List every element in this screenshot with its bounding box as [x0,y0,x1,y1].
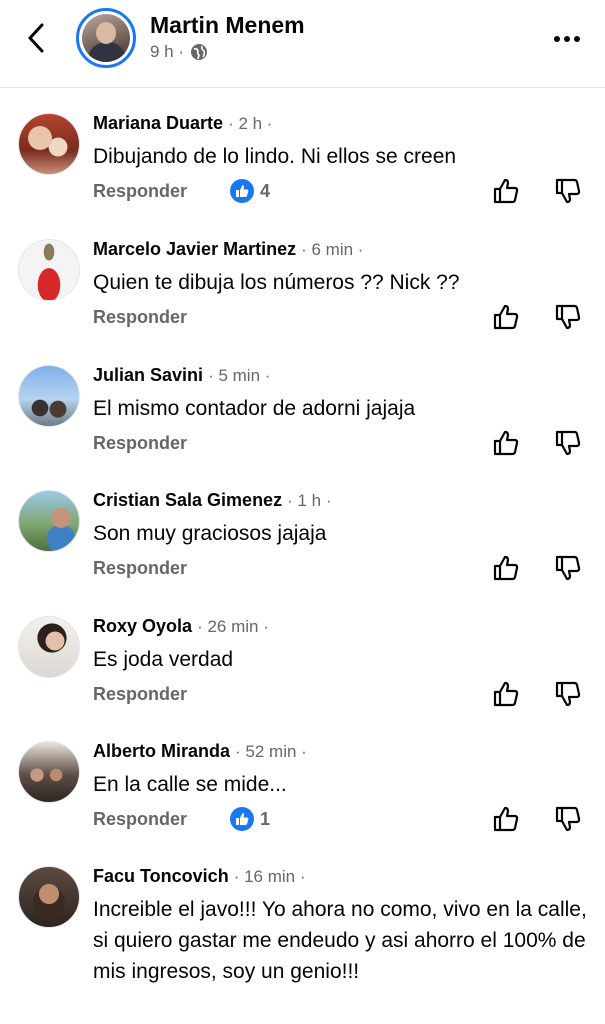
comment-time: · 6 min · [301,240,364,259]
comment-item: Mariana Duarte · 2 h · Dibujando de lo l… [0,113,605,233]
thumbs-up-icon[interactable] [492,805,520,833]
comment-author[interactable]: Roxy Oyola [93,616,192,636]
reply-button[interactable]: Responder [93,433,187,453]
reply-button[interactable]: Responder [93,684,187,704]
comment-time: · 52 min · [235,742,307,761]
comment-author[interactable]: Marcelo Javier Martinez [93,239,296,259]
page-title[interactable]: Martin Menem [150,12,305,39]
post-meta: 9 h · [150,42,208,62]
comment-item: Julian Savini · 5 min · El mismo contado… [0,365,605,485]
comment-item: Alberto Miranda · 52 min · En la calle s… [0,741,605,861]
thumbs-down-icon[interactable] [554,805,582,833]
more-options-button[interactable] [549,24,585,54]
comment-header: Alberto Miranda · 52 min · [93,741,307,762]
thumbs-down-icon[interactable] [554,680,582,708]
thumbs-up-icon[interactable] [492,303,520,331]
avatar[interactable] [18,866,80,928]
globe-icon [191,44,208,60]
comment-time: · 5 min · [208,366,271,385]
more-dots-icon [554,36,560,42]
comment-actions: Responder [93,684,187,705]
comment-item: Marcelo Javier Martinez · 6 min · Quien … [0,239,605,359]
comment-actions: Responder [93,809,187,830]
comment-header: Cristian Sala Gimenez · 1 h · [93,490,332,511]
comment-text: El mismo contador de adorni jajaja [93,397,416,420]
thumbs-down-icon[interactable] [554,554,582,582]
thumbs-up-icon[interactable] [492,680,520,708]
thumbs-down-icon[interactable] [554,177,582,205]
comment-author[interactable]: Julian Savini [93,365,203,385]
thumbs-up-icon[interactable] [492,177,520,205]
comment-header: Facu Toncovich · 16 min · [93,866,306,887]
reply-button[interactable]: Responder [93,307,187,327]
comment-item: Cristian Sala Gimenez · 1 h · Son muy gr… [0,490,605,610]
comment-time: · 16 min · [233,867,306,886]
comment-header: Roxy Oyola · 26 min · [93,616,269,637]
comment-text: Es joda verdad [93,648,234,671]
comment-text: Quien te dibuja los números ?? Nick ?? [93,271,460,294]
post-header: Martin Menem 9 h · [0,0,605,88]
thumbs-up-icon[interactable] [492,429,520,457]
like-badge-icon [230,807,254,831]
like-badge-icon [230,179,254,203]
avatar[interactable] [18,490,80,552]
comment-header: Julian Savini · 5 min · [93,365,270,386]
thumbs-up-icon[interactable] [492,554,520,582]
comment-author[interactable]: Cristian Sala Gimenez [93,490,282,510]
back-button[interactable] [18,20,54,56]
reaction-count[interactable]: 1 [230,807,270,831]
page-avatar[interactable] [76,8,136,68]
comment-text: Son muy graciosos jajaja [93,522,327,545]
post-time: 9 h · [150,42,185,61]
comment-text: Dibujando de lo lindo. Ni ellos se creen [93,145,457,168]
thumbs-down-icon[interactable] [554,303,582,331]
reaction-number: 4 [260,180,271,201]
avatar[interactable] [18,113,80,175]
comment-actions: Responder [93,433,187,454]
comment-text: Increible el javo!!! Yo ahora no como, v… [93,898,587,983]
comment-time: · 26 min · [197,617,269,636]
avatar[interactable] [18,239,80,301]
reaction-number: 1 [260,808,271,829]
reaction-count[interactable]: 4 [230,179,270,203]
chevron-left-icon [28,23,44,53]
reply-button[interactable]: Responder [93,809,187,829]
comment-actions: Responder [93,558,187,579]
reply-button[interactable]: Responder [93,558,187,578]
comment-author[interactable]: Alberto Miranda [93,741,230,761]
comment-header: Mariana Duarte · 2 h · [93,113,272,134]
reply-button[interactable]: Responder [93,181,187,201]
comment-text: En la calle se mide... [93,773,287,796]
comment-time: · 1 h · [287,491,332,510]
avatar[interactable] [18,365,80,427]
comment-author[interactable]: Mariana Duarte [93,113,223,133]
comment-item: Roxy Oyola · 26 min · Es joda verdad Res… [0,616,605,736]
comment-author[interactable]: Facu Toncovich [93,866,229,886]
avatar[interactable] [18,741,80,803]
comment-actions: Responder [93,307,187,328]
comment-header: Marcelo Javier Martinez · 6 min · [93,239,363,260]
thumbs-down-icon[interactable] [554,429,582,457]
comment-actions: Responder [93,181,187,202]
comment-time: · 2 h · [228,114,273,133]
avatar[interactable] [18,616,80,678]
comment-item: Facu Toncovich · 16 min · Increible el j… [0,866,605,1024]
